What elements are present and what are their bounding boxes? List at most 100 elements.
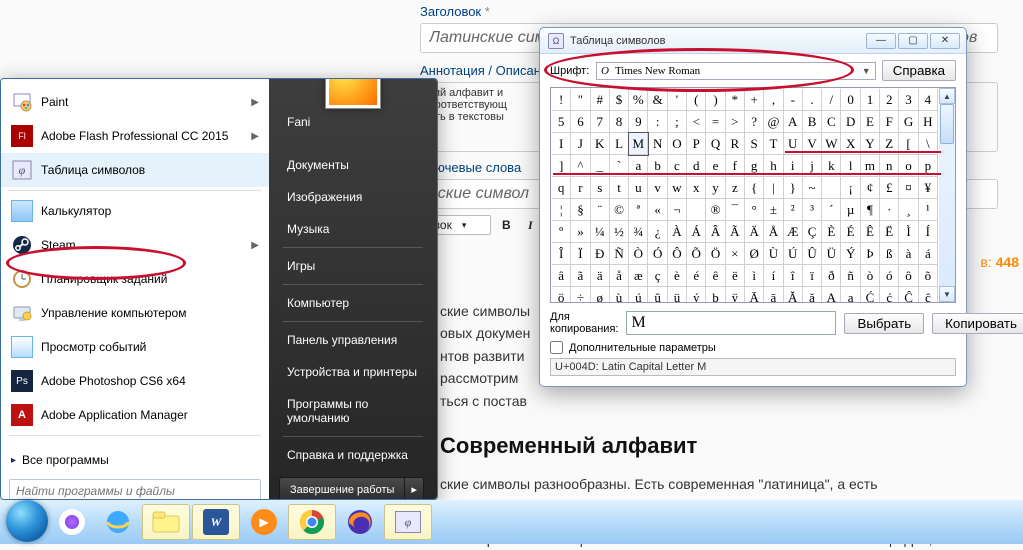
char-cell[interactable]: Ø (745, 243, 764, 265)
char-cell[interactable]: ö (552, 287, 571, 303)
char-cell[interactable]: I (552, 133, 571, 155)
char-cell[interactable]: w (668, 177, 687, 199)
char-cell[interactable]: ¶ (861, 199, 880, 221)
char-cell[interactable]: L (610, 133, 629, 155)
char-cell[interactable]: · (880, 199, 899, 221)
char-cell[interactable]: ô (899, 265, 918, 287)
start-right-item[interactable]: Музыка (269, 213, 437, 245)
char-cell[interactable]: â (552, 265, 571, 287)
char-cell[interactable]: ? (745, 111, 764, 133)
char-cell[interactable]: Ú (784, 243, 803, 265)
char-cell[interactable]: + (745, 89, 764, 111)
char-cell[interactable]: ÿ (726, 287, 745, 303)
char-cell[interactable]: 6 (571, 111, 590, 133)
char-cell[interactable]: Ë (880, 221, 899, 243)
char-cell[interactable]: ¸ (899, 199, 918, 221)
char-cell[interactable]: Ö (706, 243, 725, 265)
char-cell[interactable]: P (687, 133, 706, 155)
char-cell[interactable]: ¤ (899, 177, 918, 199)
char-cell[interactable]: À (668, 221, 687, 243)
char-cell[interactable]: % (629, 89, 648, 111)
char-cell[interactable]: ¢ (861, 177, 880, 199)
extra-params-checkbox[interactable] (550, 341, 563, 354)
char-cell[interactable]: { (745, 177, 764, 199)
start-right-item[interactable]: Изображения (269, 181, 437, 213)
char-cell[interactable]: T (764, 133, 783, 155)
char-cell[interactable]: O (668, 133, 687, 155)
start-right-item[interactable]: Игры (269, 250, 437, 282)
char-cell[interactable]: ² (784, 199, 803, 221)
char-cell[interactable]: Ü (822, 243, 841, 265)
char-cell[interactable]: Q (706, 133, 725, 155)
char-cell[interactable]: ° (745, 199, 764, 221)
char-cell[interactable]: º (552, 221, 571, 243)
char-cell[interactable]: í (764, 265, 783, 287)
char-cell[interactable]: È (822, 221, 841, 243)
scroll-thumb[interactable] (940, 104, 954, 144)
char-cell[interactable]: Ó (648, 243, 667, 265)
scrollbar[interactable]: ▲ ▼ (939, 88, 955, 302)
char-cell[interactable]: ç (648, 265, 667, 287)
char-cell[interactable]: ü (668, 287, 687, 303)
char-cell[interactable]: x (687, 177, 706, 199)
start-item-9[interactable]: AAdobe Application Manager (1, 398, 269, 432)
char-cell[interactable]: Ï (571, 243, 590, 265)
char-cell[interactable]: ) (706, 89, 725, 111)
char-cell[interactable]: Ñ (610, 243, 629, 265)
char-cell[interactable]: 1 (861, 89, 880, 111)
char-cell[interactable]: r (571, 177, 590, 199)
scroll-down-icon[interactable]: ▼ (939, 286, 955, 302)
char-cell[interactable]: ć (880, 287, 899, 303)
char-cell[interactable]: G (899, 111, 918, 133)
char-cell[interactable]: $ (610, 89, 629, 111)
char-cell[interactable]: ą (841, 287, 860, 303)
select-button[interactable]: Выбрать (844, 313, 924, 334)
char-cell[interactable]: à (899, 243, 918, 265)
start-item-2[interactable]: φТаблица символов (1, 153, 269, 187)
taskbar-ie-icon[interactable] (96, 504, 140, 540)
char-cell[interactable]: : (648, 111, 667, 133)
char-cell[interactable]: Í (919, 221, 938, 243)
char-cell[interactable]: ù (610, 287, 629, 303)
char-cell[interactable]: × (726, 243, 745, 265)
char-cell[interactable]: Ć (861, 287, 880, 303)
char-cell[interactable]: ó (880, 265, 899, 287)
start-item-0[interactable]: Paint▶ (1, 85, 269, 119)
char-cell[interactable]: § (571, 199, 590, 221)
char-cell[interactable]: ò (861, 265, 880, 287)
char-cell[interactable]: R (726, 133, 745, 155)
char-cell[interactable]: Þ (861, 243, 880, 265)
char-cell[interactable]: N (648, 133, 667, 155)
taskbar-word-icon[interactable]: W (192, 504, 240, 540)
char-cell[interactable]: ® (706, 199, 725, 221)
taskbar-charmap-icon[interactable]: φ (384, 504, 432, 540)
maximize-button[interactable]: ▢ (898, 33, 928, 49)
char-cell[interactable]: Ò (629, 243, 648, 265)
char-cell[interactable]: ´ (822, 199, 841, 221)
char-cell[interactable]: Ê (861, 221, 880, 243)
char-cell[interactable]: , (764, 89, 783, 111)
char-cell[interactable]: H (919, 111, 938, 133)
char-cell[interactable]: ( (687, 89, 706, 111)
char-cell[interactable]: ³ (803, 199, 822, 221)
char-cell[interactable]: Ù (764, 243, 783, 265)
char-cell[interactable]: ± (764, 199, 783, 221)
char-cell[interactable]: u (629, 177, 648, 199)
char-cell[interactable]: D (841, 111, 860, 133)
char-cell[interactable]: ~ (803, 177, 822, 199)
char-cell[interactable]: s (591, 177, 610, 199)
taskbar-media-icon[interactable]: ▶ (242, 504, 286, 540)
help-button[interactable]: Справка (882, 60, 956, 81)
window-titlebar[interactable]: Ω Таблица символов — ▢ ✕ (540, 28, 966, 54)
char-cell[interactable]: v (648, 177, 667, 199)
char-cell[interactable]: ú (629, 287, 648, 303)
start-right-item[interactable]: Панель управления (269, 324, 437, 356)
char-cell[interactable]: Æ (784, 221, 803, 243)
start-item-8[interactable]: PsAdobe Photoshop CS6 x64 (1, 364, 269, 398)
taskbar-firefox-icon[interactable] (338, 504, 382, 540)
char-cell[interactable]: @ (764, 111, 783, 133)
minimize-button[interactable]: — (866, 33, 896, 49)
char-cell[interactable]: ă (803, 287, 822, 303)
char-cell[interactable]: ð (822, 265, 841, 287)
char-cell[interactable]: ¯ (726, 199, 745, 221)
